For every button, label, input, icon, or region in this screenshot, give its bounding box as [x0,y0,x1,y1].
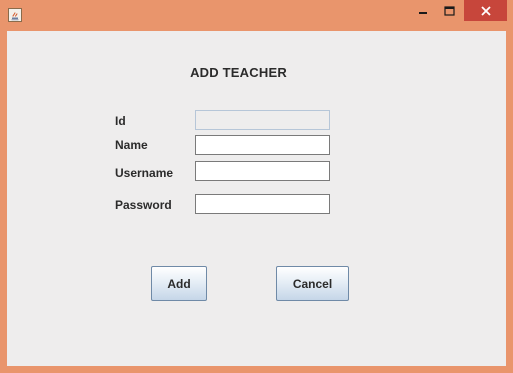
java-app-icon[interactable] [8,7,22,22]
password-label: Password [115,198,172,212]
username-label: Username [115,166,174,180]
name-label: Name [115,138,148,152]
maximize-icon [444,5,455,16]
title-bar[interactable] [0,0,513,30]
close-button[interactable] [464,0,507,21]
form-panel: ADD TEACHER Id Name Username Password Ad… [7,31,506,366]
password-field[interactable] [195,194,330,214]
form-heading: ADD TEACHER [190,65,287,80]
cancel-button[interactable]: Cancel [276,266,349,301]
add-button[interactable]: Add [151,266,207,301]
username-field[interactable] [195,161,330,181]
app-window: ADD TEACHER Id Name Username Password Ad… [0,0,513,373]
id-field[interactable] [195,110,330,130]
name-field[interactable] [195,135,330,155]
minimize-button[interactable] [410,0,436,21]
id-label: Id [115,114,126,128]
minimize-icon [419,11,427,14]
close-icon [480,5,491,16]
maximize-button[interactable] [436,0,463,21]
